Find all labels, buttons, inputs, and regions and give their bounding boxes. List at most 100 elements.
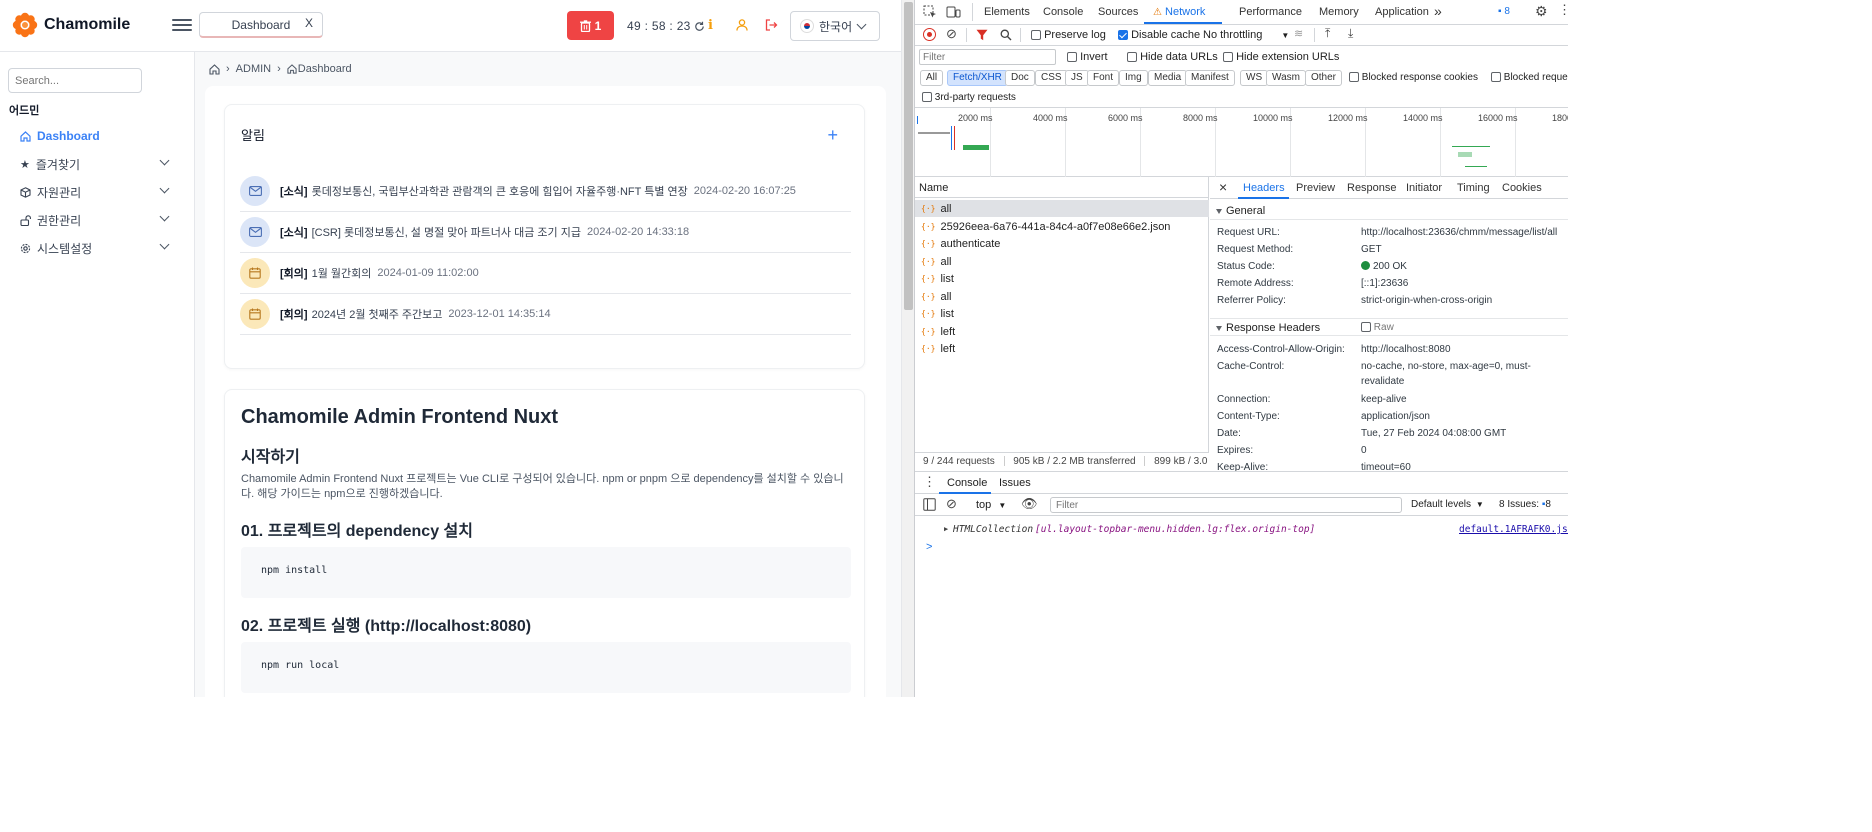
menu-toggle-button[interactable] [172, 16, 192, 34]
expand-triangle-icon[interactable]: ▶ [944, 525, 948, 533]
third-party-requests-checkbox[interactable]: 3rd-party requests [922, 92, 1016, 103]
tab-timing[interactable]: Timing [1457, 182, 1490, 194]
tab-console[interactable]: Console [1043, 6, 1083, 18]
request-row[interactable]: {·} all [915, 288, 1209, 305]
upload-icon[interactable]: ⤒ [1325, 26, 1330, 41]
request-row[interactable]: {·} left [915, 323, 1209, 340]
brand-logo[interactable]: Chamomile [12, 12, 130, 38]
issues-badge[interactable]: ▪ 8 [1498, 6, 1510, 17]
request-row[interactable]: {·} left [915, 340, 1209, 357]
console-filter-input[interactable] [1050, 497, 1402, 513]
drawer-menu-icon[interactable]: ⋮ [923, 474, 936, 490]
tab-preview[interactable]: Preview [1296, 182, 1335, 194]
sidebar-toggle-icon[interactable] [923, 498, 936, 511]
drawer-tab-issues[interactable]: Issues [999, 477, 1031, 489]
add-notice-button[interactable]: + [827, 125, 838, 146]
hide-data-urls-checkbox[interactable]: Hide data URLs [1127, 51, 1218, 63]
clear-console-icon[interactable]: ⊘ [946, 496, 957, 512]
request-row[interactable]: {·} list [915, 270, 1209, 287]
blocked-response-cookies-checkbox[interactable]: Blocked response cookies [1349, 72, 1478, 83]
notice-item[interactable]: [소식] 롯데정보통신, 국립부산과학관 관람객의 큰 호응에 힘입어 자율주행… [240, 171, 851, 212]
tab-response[interactable]: Response [1347, 182, 1397, 194]
filter-icon[interactable] [976, 29, 988, 41]
raw-checkbox[interactable]: Raw [1361, 322, 1394, 333]
more-tabs-button[interactable]: » [1434, 3, 1442, 19]
tab-headers[interactable]: Headers [1243, 182, 1285, 194]
request-row[interactable]: {·} authenticate [915, 235, 1209, 252]
filter-chip-wasm[interactable]: Wasm [1266, 70, 1306, 86]
inspect-element-icon[interactable] [923, 5, 937, 19]
logout-icon[interactable] [765, 19, 778, 31]
kebab-menu-icon[interactable]: ⋮ [1558, 2, 1568, 18]
throttling-select[interactable]: No throttling ▼ [1203, 29, 1289, 41]
response-headers-section-header[interactable]: Response Headers Raw [1210, 318, 1568, 336]
request-row[interactable]: {·} 25926eea-6a76-441a-84c4-a0f7e08e66e2.… [915, 218, 1209, 235]
tab-application[interactable]: Application [1375, 6, 1429, 18]
scrollbar-thumb[interactable] [904, 2, 913, 310]
sidebar-item-dashboard[interactable]: Dashboard [20, 126, 170, 146]
settings-gear-icon[interactable]: ⚙ [1535, 3, 1548, 20]
context-select[interactable]: top ▼ [976, 499, 1006, 511]
filter-chip-all[interactable]: All [920, 70, 944, 86]
console-message[interactable]: ▶ HTMLCollection [ul.layout-topbar-menu.… [915, 522, 1568, 539]
notice-item[interactable]: [소식] [CSR] 롯데정보통신, 설 명절 맞아 파트너사 대금 조기 지급… [240, 212, 851, 253]
sidebar-search-input[interactable] [8, 68, 142, 93]
tab-dashboard[interactable]: Dashboard X [199, 12, 323, 38]
request-row[interactable]: {·} all [915, 253, 1209, 270]
request-row[interactable]: {·} list [915, 305, 1209, 322]
tab-memory[interactable]: Memory [1319, 6, 1359, 18]
network-filter-input[interactable] [919, 49, 1056, 65]
close-details-button[interactable]: × [1219, 179, 1227, 195]
filter-chip-fetch-xhr[interactable]: Fetch/XHR [947, 70, 1008, 86]
filter-chip-media[interactable]: Media [1148, 70, 1188, 86]
record-button[interactable] [923, 28, 936, 41]
network-conditions-icon[interactable]: ≋ [1294, 27, 1303, 40]
filter-chip-js[interactable]: JS [1065, 70, 1089, 86]
filter-chip-img[interactable]: Img [1119, 70, 1148, 86]
issues-counter[interactable]: 8 Issues: ▪8 [1499, 499, 1551, 510]
filter-chip-other[interactable]: Other [1305, 70, 1343, 86]
filter-chip-ws[interactable]: WS [1240, 70, 1269, 86]
request-row[interactable]: {·} all [915, 200, 1209, 217]
breadcrumb-dashboard[interactable]: Dashboard [287, 63, 352, 75]
device-toolbar-icon[interactable] [946, 5, 961, 19]
home-icon[interactable] [209, 63, 220, 75]
name-column-header[interactable]: Name [915, 177, 1209, 198]
log-levels-select[interactable]: Default levels ▼ [1411, 499, 1484, 510]
notice-item[interactable]: [회의] 2024년 2월 첫째주 주간보고 2023-12-01 14:35:… [240, 294, 851, 335]
alarm-button[interactable]: 1 [567, 11, 614, 40]
tab-close-button[interactable]: X [305, 16, 313, 30]
page-scrollbar[interactable] [901, 0, 914, 697]
refresh-icon[interactable] [694, 21, 705, 32]
clear-icon[interactable]: ⊘ [946, 26, 957, 42]
tab-cookies[interactable]: Cookies [1502, 182, 1542, 194]
breadcrumb-admin[interactable]: ADMIN [236, 63, 271, 75]
tab-performance[interactable]: Performance [1239, 6, 1302, 18]
filter-chip-manifest[interactable]: Manifest [1185, 70, 1235, 86]
sidebar-item-favorites[interactable]: ★ 즐겨찾기 [20, 154, 170, 174]
disable-cache-checkbox[interactable]: Disable cache [1118, 29, 1200, 41]
info-icon[interactable]: i [708, 18, 713, 33]
general-section-header[interactable]: General [1210, 202, 1568, 220]
console-prompt[interactable]: > [926, 541, 932, 553]
tab-network[interactable]: ⚠ Network [1153, 6, 1205, 18]
search-icon[interactable] [1000, 29, 1012, 41]
filter-chip-css[interactable]: CSS [1035, 70, 1068, 86]
blocked-requests-checkbox[interactable]: Blocked reque [1491, 72, 1568, 83]
notice-item[interactable]: [회의] 1월 월간회의 2024-01-09 11:02:00 [240, 253, 851, 294]
user-icon[interactable] [736, 19, 748, 31]
filter-chip-font[interactable]: Font [1087, 70, 1120, 86]
download-icon[interactable]: ⤓ [1348, 26, 1353, 41]
log-source-link[interactable]: default.1AFRAFK0.js: [1459, 524, 1568, 535]
sidebar-item-system-settings[interactable]: 시스템설정 [20, 238, 170, 258]
live-expression-eye-icon[interactable]: 👁 [1021, 496, 1038, 512]
invert-checkbox[interactable]: Invert [1067, 51, 1108, 63]
tab-sources[interactable]: Sources [1098, 6, 1138, 18]
language-select[interactable]: 한국어 [790, 11, 880, 41]
drawer-tab-console[interactable]: Console [947, 477, 987, 489]
filter-chip-doc[interactable]: Doc [1005, 70, 1035, 86]
network-timeline-overview[interactable]: 2000 ms 4000 ms 6000 ms 8000 ms 10000 ms… [915, 108, 1568, 177]
sidebar-item-permissions[interactable]: 권한관리 [20, 210, 170, 230]
sidebar-item-resources[interactable]: 자원관리 [20, 182, 170, 202]
preserve-log-checkbox[interactable]: Preserve log [1031, 29, 1106, 41]
